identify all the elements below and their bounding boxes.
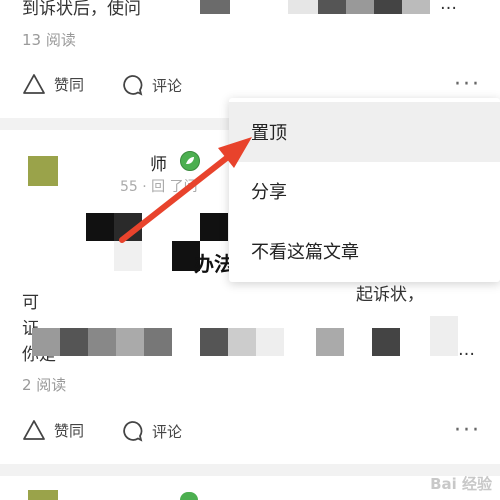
red-arrow-annotation [119, 137, 252, 243]
watermark-logo: Bai 经验 [430, 475, 492, 493]
